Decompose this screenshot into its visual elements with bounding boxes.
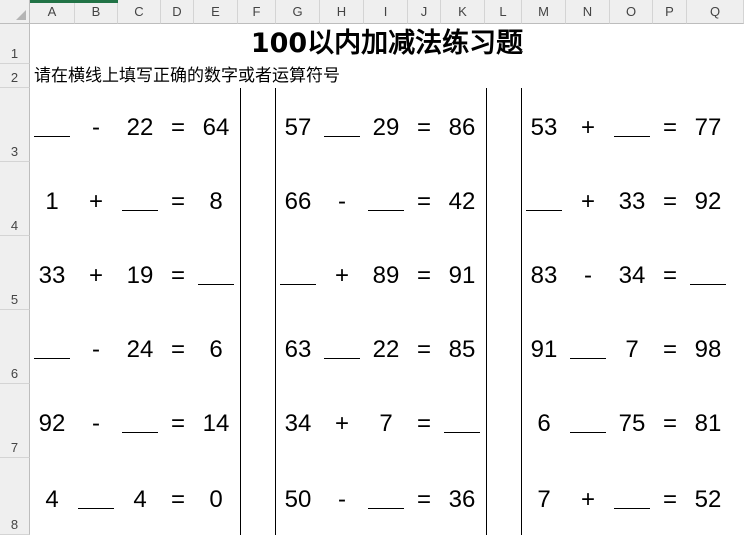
result[interactable]: 77 bbox=[684, 113, 732, 143]
column-header-b[interactable]: B bbox=[75, 0, 118, 24]
column-header-a[interactable]: A bbox=[30, 0, 75, 24]
column-header-m[interactable]: M bbox=[522, 0, 566, 24]
column-header-q[interactable]: Q bbox=[687, 0, 744, 24]
equals-sign[interactable]: = bbox=[649, 261, 691, 291]
column-header-n[interactable]: N bbox=[566, 0, 610, 24]
operand[interactable]: 63 bbox=[272, 335, 324, 365]
result[interactable]: 14 bbox=[192, 409, 240, 439]
row-header-2[interactable]: 2 bbox=[0, 64, 30, 88]
answer-blank[interactable] bbox=[34, 358, 70, 359]
answer-blank[interactable] bbox=[324, 136, 360, 137]
answer-blank[interactable] bbox=[690, 284, 726, 285]
row-header-1[interactable]: 1 bbox=[0, 24, 30, 64]
column-header-g[interactable]: G bbox=[276, 0, 320, 24]
equals-sign[interactable]: = bbox=[157, 261, 199, 291]
answer-blank[interactable] bbox=[368, 507, 404, 509]
row-header-3[interactable]: 3 bbox=[0, 88, 30, 162]
answer-blank[interactable] bbox=[198, 284, 234, 285]
answer-blank[interactable] bbox=[614, 507, 650, 509]
operator[interactable]: - bbox=[316, 187, 368, 217]
result[interactable]: 6 bbox=[192, 335, 240, 365]
result[interactable]: 36 bbox=[438, 485, 486, 515]
group-divider bbox=[240, 88, 241, 535]
column-header-e[interactable]: E bbox=[194, 0, 238, 24]
answer-blank[interactable] bbox=[526, 210, 562, 211]
column-header-c[interactable]: C bbox=[118, 0, 161, 24]
operator[interactable]: - bbox=[316, 485, 368, 515]
column-header-o[interactable]: O bbox=[610, 0, 653, 24]
sheet-title[interactable]: 100以内加减法练习题 bbox=[30, 24, 744, 64]
answer-blank[interactable] bbox=[122, 432, 158, 433]
instruction-text[interactable]: 请在横线上填写正确的数字或者运算符号 bbox=[34, 64, 340, 88]
result[interactable]: 81 bbox=[684, 409, 732, 439]
answer-blank[interactable] bbox=[34, 136, 70, 137]
operand[interactable]: 4 bbox=[23, 485, 81, 515]
group-divider bbox=[275, 88, 276, 535]
column-header-k[interactable]: K bbox=[441, 0, 485, 24]
result[interactable]: 98 bbox=[684, 335, 732, 365]
column-header-j[interactable]: J bbox=[408, 0, 441, 24]
column-header-i[interactable]: I bbox=[364, 0, 408, 24]
column-header-h[interactable]: H bbox=[320, 0, 364, 24]
group-divider bbox=[521, 88, 522, 535]
result[interactable]: 91 bbox=[438, 261, 486, 291]
column-header-d[interactable]: D bbox=[161, 0, 194, 24]
result[interactable]: 64 bbox=[192, 113, 240, 143]
answer-blank[interactable] bbox=[570, 358, 606, 359]
result[interactable]: 0 bbox=[192, 485, 240, 515]
result[interactable]: 92 bbox=[684, 187, 732, 217]
column-header-p[interactable]: P bbox=[653, 0, 687, 24]
row-header-6[interactable]: 6 bbox=[0, 310, 30, 384]
operator[interactable]: + bbox=[562, 113, 614, 143]
result[interactable]: 85 bbox=[438, 335, 486, 365]
answer-blank[interactable] bbox=[78, 507, 114, 509]
operand[interactable]: 91 bbox=[518, 335, 570, 365]
answer-blank[interactable] bbox=[368, 210, 404, 211]
answer-blank[interactable] bbox=[122, 210, 158, 211]
answer-blank[interactable] bbox=[614, 136, 650, 137]
select-all-corner[interactable] bbox=[0, 0, 30, 24]
group-divider bbox=[486, 88, 487, 535]
operand[interactable]: 57 bbox=[272, 113, 324, 143]
selection-indicator bbox=[30, 0, 118, 3]
column-header-l[interactable]: L bbox=[485, 0, 522, 24]
operator[interactable]: + bbox=[562, 485, 614, 515]
select-all-triangle-icon bbox=[16, 10, 26, 20]
result[interactable]: 86 bbox=[438, 113, 486, 143]
operand[interactable]: 6 bbox=[518, 409, 570, 439]
answer-blank[interactable] bbox=[280, 284, 316, 285]
equals-sign[interactable]: = bbox=[403, 409, 445, 439]
result[interactable]: 52 bbox=[684, 485, 732, 515]
column-header-f[interactable]: F bbox=[238, 0, 276, 24]
answer-blank[interactable] bbox=[324, 358, 360, 359]
operator[interactable]: - bbox=[70, 409, 122, 439]
operator[interactable]: + bbox=[70, 187, 122, 217]
result[interactable]: 42 bbox=[438, 187, 486, 217]
answer-blank[interactable] bbox=[570, 432, 606, 433]
result[interactable]: 8 bbox=[192, 187, 240, 217]
answer-blank[interactable] bbox=[444, 432, 480, 433]
spreadsheet-grid[interactable]: ABCDEFGHIJKLMNOPQ 12345678 100以内加减法练习题 请… bbox=[0, 0, 744, 535]
